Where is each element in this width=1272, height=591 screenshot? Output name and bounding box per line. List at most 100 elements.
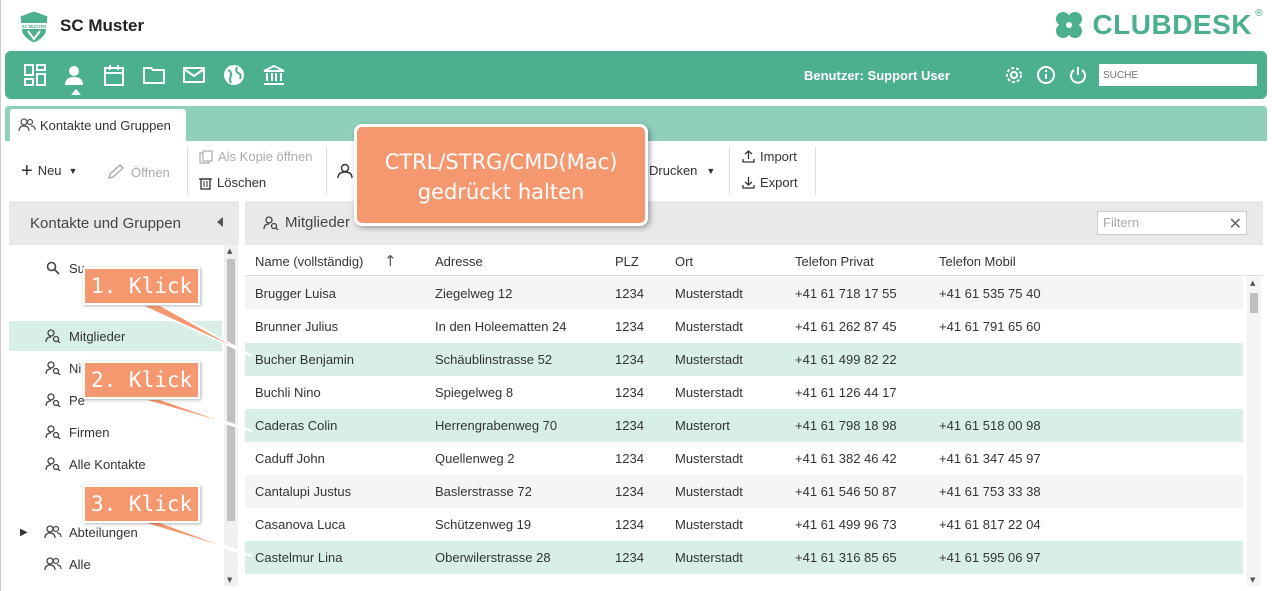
calendar-icon[interactable] <box>102 63 126 87</box>
cell-plz: 1234 <box>615 385 644 400</box>
table-scrollbar[interactable]: ▲ ▼ <box>1247 277 1261 586</box>
copy-open-label: Als Kopie öffnen <box>218 149 313 164</box>
left-panel-title: Kontakte und Gruppen <box>30 214 181 232</box>
cell-phone: +41 61 316 85 65 <box>795 550 897 565</box>
table-row[interactable]: Caduff John Quellenweg 2 1234 Musterstadt +4… <box>245 442 1243 475</box>
folder-icon[interactable] <box>142 63 166 87</box>
cell-name: Caderas Colin <box>255 418 338 433</box>
cell-mobile: +41 61 753 33 38 <box>939 484 1041 499</box>
table-row[interactable]: Cantalupi Justus Baslerstrasse 72 1234 Must… <box>245 475 1243 508</box>
scrollbar-thumb[interactable] <box>227 259 235 521</box>
tab-kontakte-und-gruppen[interactable]: Kontakte und Gruppen <box>10 109 186 141</box>
left-panel-header: Kontakte und Gruppen <box>9 201 239 245</box>
tree-item-label: Ni <box>69 360 82 376</box>
cell-phone: +41 61 499 82 22 <box>795 352 897 367</box>
pencil-icon <box>108 164 125 179</box>
column-header-city[interactable]: Ort <box>675 254 693 269</box>
right-panel: Mitglieder Filtern ✕ Name (vollständig) … <box>245 201 1263 586</box>
tree-item-firmen[interactable]: Firmen <box>9 417 222 447</box>
instruction-line2: gedrückt halten <box>417 180 585 204</box>
column-header-mobile[interactable]: Telefon Mobil <box>939 254 1016 269</box>
table-row[interactable]: Caderas Colin Herrengrabenweg 70 1234 Muste… <box>245 409 1243 442</box>
filter-input[interactable]: Filtern ✕ <box>1097 211 1247 235</box>
table-header: Name (vollständig) ↑ Adresse PLZ Ort Tel… <box>245 245 1263 276</box>
delete-button[interactable]: Löschen <box>199 175 266 190</box>
brand-bar: SC MUSTER SC Muster CLUBDESK ® <box>0 0 1272 50</box>
table-row[interactable]: Castelmur Lina Oberwilerstrasse 28 1234 Mus… <box>245 541 1243 574</box>
table-row[interactable]: Brugger Luisa Ziegelweg 12 1234 Musterstadt… <box>245 277 1243 310</box>
contacts-icon[interactable] <box>62 63 86 87</box>
cell-address: In den Holeematten 24 <box>435 319 567 334</box>
info-icon[interactable] <box>1034 63 1058 87</box>
search-icon <box>44 259 62 277</box>
people-icon <box>18 118 36 132</box>
tree-item-label: Firmen <box>69 424 110 440</box>
clover-icon <box>1056 12 1083 38</box>
list-title: Mitglieder <box>263 214 350 231</box>
table-row[interactable]: Buchli Nino Spiegelweg 8 1234 Musterstadt +4… <box>245 376 1243 409</box>
table-row[interactable]: Casanova Luca Schützenweg 19 1234 Mustersta… <box>245 508 1243 541</box>
cell-city: Musterstadt <box>675 451 743 466</box>
dashboard-icon[interactable] <box>23 63 47 87</box>
copy-icon <box>199 149 213 164</box>
club-logo: SC MUSTER <box>19 10 49 44</box>
tree-item-alle[interactable]: Alle <box>9 549 222 579</box>
scroll-up-icon[interactable]: ▲ <box>1250 279 1255 287</box>
table-row[interactable]: Bucher Benjamin Schäublinstrasse 52 1234 Mu… <box>245 343 1243 376</box>
power-icon[interactable] <box>1066 63 1090 87</box>
cell-address: Oberwilerstrasse 28 <box>435 550 551 565</box>
print-button[interactable]: Drucken ▼ <box>649 163 715 178</box>
tree-item-mitglieder[interactable]: Mitglieder <box>9 321 222 351</box>
global-search-input[interactable] <box>1099 64 1257 86</box>
bank-icon[interactable] <box>262 63 286 87</box>
settings-icon[interactable] <box>1002 63 1026 87</box>
new-label: Neu <box>37 163 62 178</box>
registered-mark: ® <box>1254 8 1264 19</box>
cell-phone: +41 61 382 46 42 <box>795 451 897 466</box>
column-header-phone[interactable]: Telefon Privat <box>795 254 874 269</box>
tree-item-label: Alle <box>69 556 91 572</box>
copy-open-button[interactable]: Als Kopie öffnen <box>199 149 312 164</box>
cell-phone: +41 61 262 87 45 <box>795 319 897 334</box>
column-header-plz[interactable]: PLZ <box>615 254 639 269</box>
cell-mobile: +41 61 791 65 60 <box>939 319 1041 334</box>
left-scrollbar[interactable]: ▲ ▼ <box>224 245 238 586</box>
sort-ascending-icon[interactable]: ↑ <box>384 252 397 270</box>
group-search-icon <box>44 391 62 409</box>
column-header-name[interactable]: Name (vollständig) <box>255 254 363 269</box>
scroll-down-icon[interactable]: ▼ <box>1250 576 1255 584</box>
import-button[interactable]: Import <box>742 149 797 164</box>
trash-icon <box>199 177 212 190</box>
table-row[interactable]: Brunner Julius In den Holeematten 24 1234 M… <box>245 310 1243 343</box>
cell-address: Ziegelweg 12 <box>435 286 513 301</box>
globe-icon[interactable] <box>222 63 246 87</box>
people-icon <box>44 523 62 541</box>
cell-address: Schützenweg 19 <box>435 517 532 532</box>
delete-label: Löschen <box>217 175 267 190</box>
column-header-address[interactable]: Adresse <box>435 254 483 269</box>
export-button[interactable]: Export <box>742 175 798 190</box>
scroll-down-icon[interactable]: ▼ <box>227 576 232 584</box>
group-search-icon <box>263 215 279 230</box>
mail-icon[interactable] <box>182 63 206 87</box>
current-user-label: Benutzer: Support User <box>804 68 950 83</box>
cell-phone: +41 61 126 44 17 <box>795 385 897 400</box>
group-search-icon <box>44 455 62 473</box>
person-action-button[interactable] <box>337 163 353 179</box>
cell-city: Musterstadt <box>675 286 743 301</box>
tree-item-alle-kontakte[interactable]: Alle Kontakte <box>9 449 222 479</box>
cell-name: Buchli Nino <box>255 385 321 400</box>
expand-arrow-icon[interactable]: ▶ <box>20 527 28 538</box>
new-button[interactable]: + Neu ▼ <box>21 161 77 181</box>
collapse-left-icon[interactable] <box>217 217 223 227</box>
active-nav-indicator <box>71 89 81 95</box>
cell-plz: 1234 <box>615 451 644 466</box>
clear-filter-icon[interactable]: ✕ <box>1229 214 1242 234</box>
upload-icon <box>742 150 755 163</box>
cell-name: Brunner Julius <box>255 319 339 334</box>
scrollbar-thumb[interactable] <box>1250 293 1258 313</box>
svg-text:SC MUSTER: SC MUSTER <box>22 24 47 29</box>
open-button[interactable]: Öffnen <box>106 163 170 181</box>
scroll-up-icon[interactable]: ▲ <box>227 247 232 255</box>
cell-phone: +41 61 499 96 73 <box>795 517 897 532</box>
